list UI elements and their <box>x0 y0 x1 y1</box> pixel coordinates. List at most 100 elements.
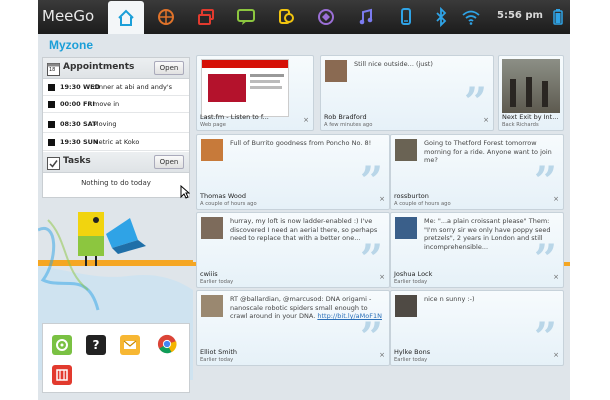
status-card[interactable]: Me: "...a plain croissant please" Them: … <box>390 212 564 288</box>
status-card[interactable]: RT @ballardian, @marcusod: DNA origami -… <box>196 290 390 366</box>
zones-icon[interactable] <box>148 3 184 31</box>
avatar <box>395 295 417 317</box>
bullet-square <box>48 139 55 146</box>
meego-screen: MeeGo 5:56 pm Myzone 18 Appointments Ope… <box>38 0 570 400</box>
card-author: Rob Bradford <box>324 113 367 121</box>
close-icon[interactable]: × <box>379 195 385 203</box>
close-icon[interactable]: × <box>483 116 489 124</box>
music-icon[interactable] <box>348 3 384 31</box>
album-art <box>502 59 560 113</box>
avatar <box>201 217 223 239</box>
mail-icon[interactable] <box>120 335 140 355</box>
quote-icon: ” <box>533 236 557 283</box>
appointment-title: Moving <box>93 120 117 128</box>
status-card[interactable]: Full of Burrito goodness from Poncho No.… <box>196 134 390 210</box>
music-card[interactable]: Next Exit by Int... Back Richards <box>498 55 564 131</box>
appointment-title: move in <box>93 100 120 108</box>
card-message: Still nice outside... (just) <box>354 60 433 68</box>
appointment-title: Metric at Koko <box>93 138 140 146</box>
appointment-time: 08:30 SAT <box>60 120 97 128</box>
quote-icon: ” <box>359 236 383 283</box>
bullet-square <box>48 84 55 91</box>
tasks-header: Tasks Open <box>43 152 189 173</box>
help-icon[interactable]: ? <box>86 335 106 355</box>
card-title: Next Exit by Int... <box>502 113 559 121</box>
people-icon[interactable] <box>268 3 304 31</box>
agenda-panel: 18 Appointments Open 19:30 WED dinner at… <box>42 57 190 198</box>
chrome-icon[interactable] <box>157 334 177 354</box>
appointments-header: 18 Appointments Open <box>43 58 189 79</box>
avatar <box>201 139 223 161</box>
status-card[interactable]: hurray, my loft is now ladder-enabled :)… <box>196 212 390 288</box>
brand-label[interactable]: MeeGo <box>42 7 94 25</box>
top-bar: MeeGo 5:56 pm <box>38 0 570 34</box>
battery-icon[interactable] <box>540 3 570 31</box>
avatar <box>201 295 223 317</box>
card-time: Earlier today <box>200 279 234 285</box>
close-icon[interactable]: × <box>379 351 385 359</box>
mouse-cursor-icon <box>180 184 191 203</box>
status-card[interactable]: nice n sunny :-) ” Hylke Bons Earlier to… <box>390 290 564 366</box>
jabber-icon[interactable] <box>52 335 72 355</box>
card-time: Earlier today <box>394 357 428 363</box>
appointment-time: 00:00 FRI <box>60 100 95 108</box>
home-icon[interactable] <box>108 1 144 34</box>
status-card[interactable]: Still nice outside... (just) ” Rob Bradf… <box>320 55 494 131</box>
close-icon[interactable]: × <box>303 116 309 124</box>
devices-icon[interactable] <box>388 3 424 31</box>
tasks-label: Tasks <box>63 156 91 166</box>
appointment-item[interactable]: 08:30 SAT Moving <box>43 116 189 133</box>
photos-icon[interactable] <box>52 365 72 385</box>
tasks-empty-message: Nothing to do today <box>81 179 151 187</box>
clock[interactable]: 5:56 pm <box>497 10 543 21</box>
card-time: Earlier today <box>394 279 428 285</box>
card-time: Earlier today <box>200 357 234 363</box>
card-author: Hylke Bons <box>394 348 431 356</box>
tasks-icon <box>47 155 60 174</box>
appointments-open-button[interactable]: Open <box>154 61 184 75</box>
internet-icon[interactable] <box>308 3 344 31</box>
card-author: Elliot Smith <box>200 348 238 356</box>
close-icon[interactable]: × <box>553 273 559 281</box>
quote-icon: ” <box>533 158 557 205</box>
page-title: Myzone <box>49 38 94 52</box>
card-message: nice n sunny :-) <box>424 295 475 303</box>
appointment-item[interactable]: 00:00 FRI move in <box>43 96 189 113</box>
close-icon[interactable]: × <box>553 195 559 203</box>
tasks-open-button[interactable]: Open <box>154 155 184 169</box>
card-author: cwiiis <box>200 270 218 278</box>
close-icon[interactable]: × <box>379 273 385 281</box>
avatar <box>395 139 417 161</box>
favorite-apps-panel: ? <box>42 323 190 393</box>
bullet-square <box>48 121 55 128</box>
card-author: Joshua Lock <box>394 270 433 278</box>
card-title: Last.fm - Listen to f... <box>200 113 269 121</box>
avatar <box>395 217 417 239</box>
card-author: Thomas Wood <box>200 192 246 200</box>
card-author: rossburton <box>394 192 429 200</box>
web-page-card[interactable]: Last.fm - Listen to f... Web page × <box>196 55 314 131</box>
status-card[interactable]: Going to Thetford Forest tomorrow mornin… <box>390 134 564 210</box>
appointments-label: Appointments <box>63 62 135 72</box>
appointment-item[interactable]: 19:30 WED dinner at abi and andy's <box>43 79 189 96</box>
card-time: A few minutes ago <box>324 122 373 128</box>
close-icon[interactable]: × <box>553 351 559 359</box>
apps-icon[interactable] <box>188 3 224 31</box>
card-subtitle: Back Richards <box>502 122 539 128</box>
avatar <box>325 60 347 82</box>
wifi-icon[interactable] <box>453 3 489 31</box>
webpage-thumbnail <box>201 59 289 117</box>
card-time: A couple of hours ago <box>200 201 257 207</box>
appointment-title: dinner at abi and andy's <box>93 83 173 91</box>
bullet-square <box>48 101 55 108</box>
quote-icon: ” <box>359 314 383 361</box>
calendar-day: 18 <box>49 67 56 73</box>
appointment-item[interactable]: 19:30 SUN Metric at Koko <box>43 134 189 151</box>
card-subtitle: Web page <box>200 122 226 128</box>
card-time: A couple of hours ago <box>394 201 451 207</box>
quote-icon: ” <box>359 158 383 205</box>
status-icon[interactable] <box>228 3 264 31</box>
quote-icon: ” <box>533 314 557 361</box>
card-message: Full of Burrito goodness from Poncho No.… <box>230 139 372 147</box>
quote-icon: ” <box>463 79 487 126</box>
